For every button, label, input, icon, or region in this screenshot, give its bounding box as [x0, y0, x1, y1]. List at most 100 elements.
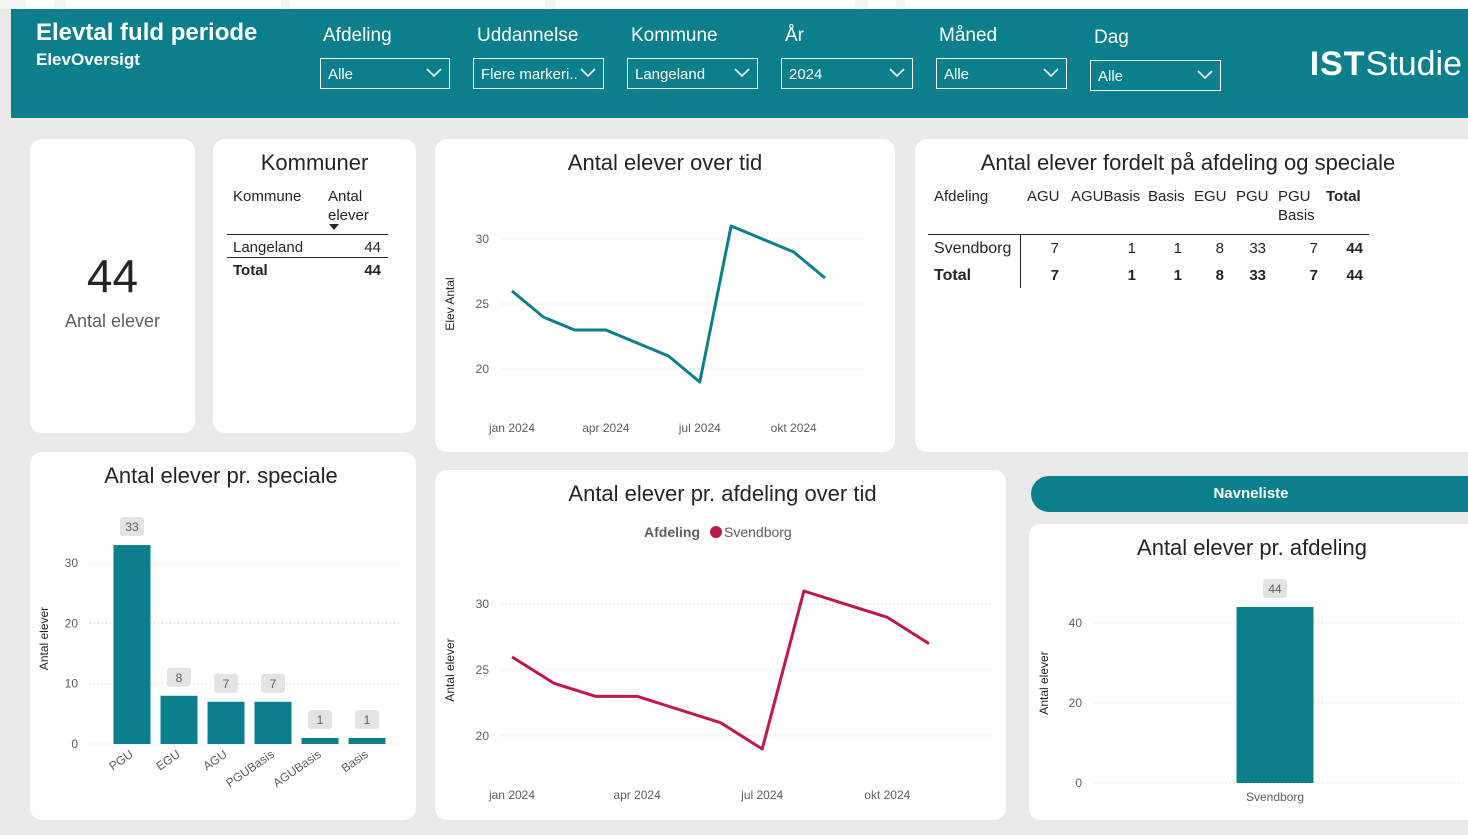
bar-chart-speciale: 0 10 20 30 Antal elever 33 PGU 8 EGU 7 AGU 7 PGUBasi…	[37, 517, 402, 790]
slicer-label: Afdeling	[323, 25, 392, 46]
matrix-divider	[928, 234, 1369, 235]
matrix-cell: 7	[1309, 240, 1318, 257]
matrix-col-header[interactable]: Total	[1326, 188, 1361, 205]
dropdown-value: Flere markeri...	[481, 66, 582, 83]
matrix-cell: 33	[1249, 267, 1266, 284]
matrix-cell: 1	[1127, 267, 1136, 284]
chart-card-afdeling: Antal elever pr. afdeling 0 20 40 Antal ele…	[1029, 524, 1468, 820]
dropdown-dag[interactable]: Alle	[1090, 60, 1221, 91]
sort-desc-icon	[329, 224, 339, 230]
dropdown-kommune[interactable]: Langeland	[627, 58, 758, 89]
data-label: 44	[1268, 582, 1282, 596]
table-row-value: 44	[364, 239, 381, 256]
x-tick-label: okt 2024	[771, 421, 817, 435]
bar-chart-afdeling: 0 20 40 Antal elever 44 Svendborg	[1037, 579, 1461, 804]
column-header-elever[interactable]: elever	[328, 207, 369, 224]
navneliste-button[interactable]: Navneliste	[1031, 476, 1468, 512]
matrix-col-header[interactable]: AGUBasis	[1071, 188, 1140, 205]
y-tick-label: 25	[476, 297, 490, 311]
bar	[1236, 607, 1314, 783]
dropdown-aar[interactable]: 2024	[781, 58, 913, 89]
bar	[348, 737, 386, 744]
matrix-cell: 44	[1346, 267, 1363, 284]
matrix-col-header[interactable]: EGU	[1194, 188, 1227, 205]
matrix-row-header[interactable]: Afdeling	[934, 188, 988, 205]
table-divider	[227, 234, 388, 235]
y-tick-label: 40	[1069, 616, 1083, 630]
slicer-label: Uddannelse	[477, 25, 579, 46]
table-divider	[227, 257, 388, 258]
legend-item-label: Svendborg	[724, 524, 792, 540]
x-tick-label: Basis	[339, 747, 371, 775]
dropdown-value: Alle	[1098, 68, 1124, 85]
matrix-col-header[interactable]: AGU	[1027, 188, 1060, 205]
matrix-col-header[interactable]: Basis	[1148, 188, 1185, 205]
x-tick-label: jul 2024	[740, 788, 783, 802]
table-row-name: Langeland	[233, 239, 304, 256]
matrix-cell: 1	[1127, 240, 1136, 257]
kommuner-title: Kommuner	[260, 150, 369, 175]
bar	[301, 737, 339, 744]
x-tick-label: jan 2024	[488, 421, 535, 435]
legend-marker	[710, 526, 722, 538]
column-header-antal[interactable]: Antal	[328, 188, 362, 205]
y-tick-label: 20	[1069, 696, 1083, 710]
y-tick-label: 30	[476, 232, 490, 246]
matrix-cell: 8	[1215, 240, 1224, 257]
x-tick-label: PGUBasis	[223, 747, 276, 790]
y-axis-label: Antal elever	[443, 638, 457, 701]
column-header-kommune[interactable]: Kommune	[233, 188, 301, 205]
x-tick-label: jan 2024	[488, 788, 535, 802]
chart-card-over-tid: Antal elever over tid 20 25 30 jan 2024 apr …	[435, 139, 895, 452]
matrix-cell: 33	[1249, 240, 1266, 257]
chevron-down-icon	[426, 68, 442, 78]
bar	[113, 545, 151, 744]
y-tick-label: 30	[476, 597, 490, 611]
chevron-down-icon	[1197, 70, 1213, 80]
matrix-cell: 7	[1050, 240, 1059, 257]
bar	[207, 701, 245, 744]
slicer-label: År	[785, 25, 804, 46]
x-tick-label: AGUBasis	[270, 747, 323, 790]
x-tick-label: PGU	[106, 747, 135, 773]
data-label: 8	[176, 671, 183, 685]
kpi-label: Antal elever	[64, 311, 161, 331]
x-tick-label: EGU	[153, 747, 182, 773]
x-tick-label: jul 2024	[678, 421, 721, 435]
kommuner-table-card: Kommuner Kommune Antal elever Langeland …	[213, 139, 416, 433]
y-axis-label: Antal elever	[1037, 651, 1051, 714]
matrix-cell: 44	[1346, 240, 1363, 257]
y-tick-label: 20	[476, 362, 490, 376]
matrix-cell: 1	[1173, 267, 1182, 284]
dropdown-value: Alle	[944, 66, 970, 83]
data-label: 33	[125, 520, 139, 534]
bar	[254, 701, 292, 744]
matrix-cell: 1	[1173, 240, 1182, 257]
matrix-cell: 7	[1050, 267, 1059, 284]
matrix-col-header[interactable]: Basis	[1278, 207, 1315, 224]
report-title: Elevtal fuld periode	[36, 19, 258, 46]
legend-title: Afdeling	[644, 524, 700, 540]
report-subtitle: ElevOversigt	[36, 50, 140, 69]
table-total-value: 44	[364, 262, 381, 279]
dropdown-maaned[interactable]: Alle	[936, 58, 1067, 89]
x-tick-label: apr 2024	[582, 421, 630, 435]
chevron-down-icon	[889, 68, 905, 78]
dropdown-afdeling[interactable]: Alle	[320, 58, 450, 89]
bar	[160, 695, 198, 744]
matrix-col-header[interactable]: PGU	[1278, 188, 1311, 205]
matrix-cell: 7	[1309, 267, 1318, 284]
x-tick-label: AGU	[200, 747, 229, 773]
dropdown-uddannelse[interactable]: Flere markeri...	[473, 58, 604, 89]
chart-card-afdeling-tid: Antal elever pr. afdeling over tid 20 25 3…	[435, 470, 1006, 820]
data-label: 1	[364, 713, 371, 727]
x-tick-label: Svendborg	[1246, 790, 1304, 804]
matrix-row-label: Svendborg	[934, 240, 1012, 257]
data-label: 7	[270, 677, 277, 691]
matrix-col-header[interactable]: PGU	[1236, 188, 1269, 205]
line-chart-over-tid: 20 25 30 jan 2024 apr 2024 jul 2024 okt 2024 El…	[443, 224, 865, 435]
kpi-value: 44	[86, 250, 139, 302]
chevron-down-icon	[579, 65, 597, 79]
table-total-label: Total	[233, 262, 268, 279]
y-tick-label: 30	[65, 556, 79, 570]
